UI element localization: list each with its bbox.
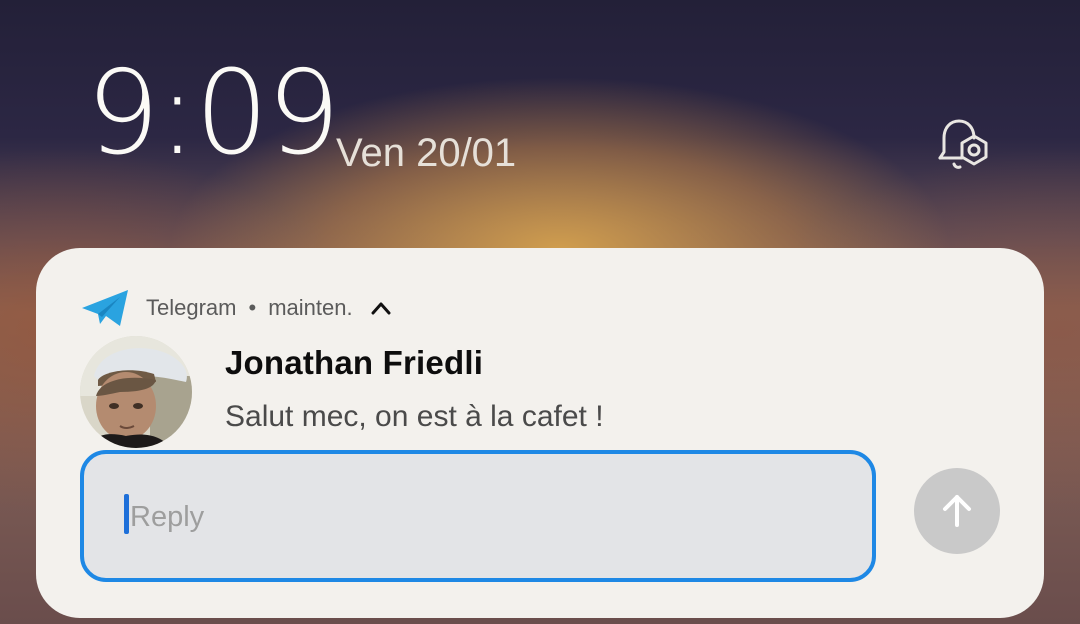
lockscreen-date: Ven 20/01 — [336, 131, 517, 175]
bell-settings-icon[interactable] — [934, 114, 996, 172]
arrow-up-icon — [943, 495, 971, 527]
reply-input[interactable] — [128, 454, 852, 580]
app-name: Telegram — [146, 295, 237, 320]
message-text: Salut mec, on est à la cafet ! — [225, 400, 604, 433]
chevron-up-icon[interactable] — [371, 301, 391, 315]
sender-name: Jonathan Friedli — [225, 344, 484, 381]
sender-avatar — [80, 336, 192, 448]
send-button[interactable] — [914, 468, 1000, 554]
reply-field[interactable] — [80, 450, 876, 582]
notification-header: Telegram • mainten. — [80, 288, 391, 328]
header-separator: • — [248, 295, 257, 320]
telegram-icon — [82, 290, 128, 326]
notification-card[interactable]: Telegram • mainten. Jonathan Friedli Sal… — [36, 248, 1044, 618]
notification-timestamp: mainten. — [268, 295, 353, 320]
lockscreen-clock: 9:09 — [86, 46, 340, 181]
